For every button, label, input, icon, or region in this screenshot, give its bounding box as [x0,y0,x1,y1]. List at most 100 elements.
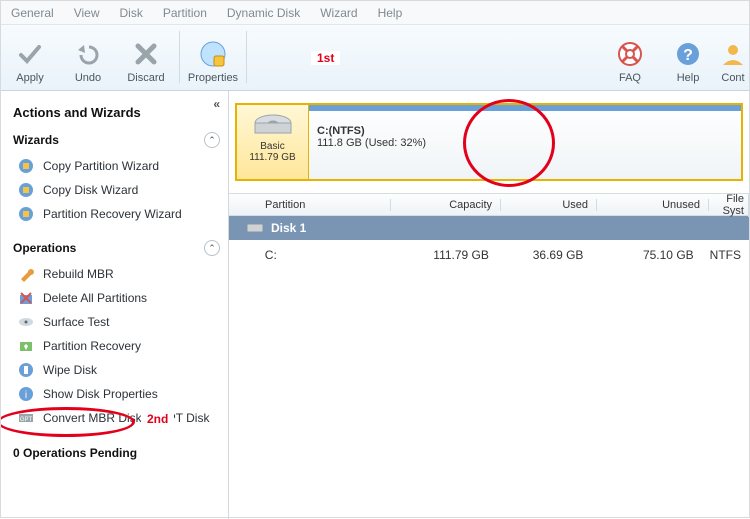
hdd-icon [251,111,295,141]
wrench-icon [17,265,35,283]
lifebuoy-icon [616,40,644,68]
hdd-small-icon [247,222,263,234]
item-label: Wipe Disk [43,363,97,377]
sidebar-item-partition-recovery[interactable]: Partition Recovery [13,334,220,358]
disk-card[interactable]: Basic 111.79 GB [237,105,309,179]
menu-view[interactable]: View [74,6,100,20]
discard-button[interactable]: Discard [117,34,175,90]
th-used[interactable]: Used [501,199,597,211]
wizard-icon [17,181,35,199]
sidebar-item-convert-mbr-gpt[interactable]: GPT Convert MBR Disk to GPT Disk [13,406,220,430]
table-header: Partition Capacity Used Unused File Syst [229,194,749,216]
contact-button[interactable]: Cont [717,34,749,90]
item-label: Delete All Partitions [43,291,147,305]
th-partition[interactable]: Partition [257,199,391,211]
sidebar-item-partition-recovery-wizard[interactable]: Partition Recovery Wizard [13,202,220,226]
annotation-first: 1st [311,51,340,65]
menu-dynamic-disk[interactable]: Dynamic Disk [227,6,300,20]
faq-label: FAQ [601,72,659,84]
volume-detail: 111.8 GB (Used: 32%) [317,137,733,149]
content-area: Basic 111.79 GB C:(NTFS) 111.8 GB (Used:… [229,91,749,519]
sidebar-item-copy-partition-wizard[interactable]: Copy Partition Wizard [13,154,220,178]
item-label: Copy Disk Wizard [43,183,138,197]
svg-text:i: i [25,390,27,401]
undo-label: Undo [59,72,117,84]
contact-icon [719,40,747,68]
scan-icon [17,313,35,331]
menu-general[interactable]: General [11,6,54,20]
sidebar-item-surface-test[interactable]: Surface Test [13,310,220,334]
info-icon: i [17,385,35,403]
sidebar-title: Actions and Wizards [13,105,220,120]
toolbar: Apply Undo Discard Properties 1st FAQ ? [1,25,749,91]
sidebar-item-copy-disk-wizard[interactable]: Copy Disk Wizard [13,178,220,202]
item-label: Convert MBR Disk to GPT Disk [43,411,209,425]
menu-partition[interactable]: Partition [163,6,207,20]
wizards-label: Wizards [13,133,59,147]
volume-c[interactable]: C:(NTFS) 111.8 GB (Used: 32%) [309,105,741,179]
sidebar-item-rebuild-mbr[interactable]: Rebuild MBR [13,262,220,286]
disk-map[interactable]: Basic 111.79 GB C:(NTFS) 111.8 GB (Used:… [235,103,743,181]
collapse-sidebar-icon[interactable]: « [213,97,220,111]
undo-icon [74,40,102,68]
th-capacity[interactable]: Capacity [391,199,501,211]
help-label: Help [659,72,717,84]
th-filesystem[interactable]: File Syst [709,193,749,217]
properties-button[interactable]: Properties [184,34,242,90]
item-label: Surface Test [43,315,109,329]
apply-label: Apply [1,72,59,84]
cell-unused: 75.10 GB [591,248,701,262]
help-button[interactable]: ? Help [659,34,717,90]
svg-text:?: ? [683,47,693,64]
faq-button[interactable]: FAQ [601,34,659,90]
sidebar-item-delete-all-partitions[interactable]: Delete All Partitions [13,286,220,310]
annotation-second: 2nd [141,412,174,426]
sidebar: « Actions and Wizards Wizards ⌃ Copy Par… [1,91,229,519]
separator [179,31,180,83]
discard-label: Discard [117,72,175,84]
help-icon: ? [674,40,702,68]
wizard-icon [17,205,35,223]
cell-used: 36.69 GB [497,248,592,262]
volume-label: C:(NTFS) [317,125,733,137]
apply-button[interactable]: Apply [1,34,59,90]
sidebar-item-wipe-disk[interactable]: Wipe Disk [13,358,220,382]
table-row[interactable]: C: 111.79 GB 36.69 GB 75.10 GB NTFS [229,240,749,270]
cell-partition: C: [257,248,389,262]
recovery-icon [17,337,35,355]
delete-icon [17,289,35,307]
cell-fs: NTFS [702,248,749,262]
th-unused[interactable]: Unused [597,199,709,211]
item-label: Rebuild MBR [43,267,114,281]
convert-icon: GPT [17,409,35,427]
item-label: Partition Recovery [43,339,141,353]
check-icon [16,40,44,68]
menu-disk[interactable]: Disk [120,6,143,20]
wizard-icon [17,157,35,175]
operations-pending: 0 Operations Pending [13,446,220,460]
partition-table: Partition Capacity Used Unused File Syst… [229,193,749,270]
undo-button[interactable]: Undo [59,34,117,90]
wipe-icon [17,361,35,379]
menu-help[interactable]: Help [378,6,403,20]
contact-label: Cont [717,72,749,84]
table-group-disk1[interactable]: Disk 1 [229,216,749,240]
operations-header[interactable]: Operations ⌃ [13,240,220,256]
disk-card-size: 111.79 GB [237,152,308,163]
item-label: Copy Partition Wizard [43,159,159,173]
cell-capacity: 111.79 GB [389,248,497,262]
volume-bar [309,105,741,111]
group-label: Disk 1 [271,221,306,235]
x-icon [132,40,160,68]
separator [246,31,247,83]
chevron-up-icon: ⌃ [204,240,220,256]
properties-label: Properties [184,72,242,84]
properties-icon [199,40,227,68]
wizards-header[interactable]: Wizards ⌃ [13,132,220,148]
svg-text:GPT: GPT [20,417,33,423]
item-label: Show Disk Properties [43,387,158,401]
menu-wizard[interactable]: Wizard [320,6,357,20]
item-label: Partition Recovery Wizard [43,207,182,221]
sidebar-item-show-disk-properties[interactable]: i Show Disk Properties [13,382,220,406]
menu-bar: General View Disk Partition Dynamic Disk… [1,1,749,25]
